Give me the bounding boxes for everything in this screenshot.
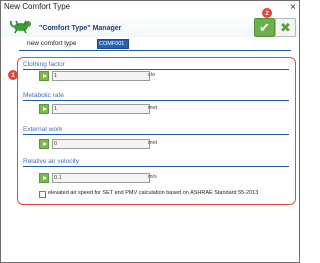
comfort-type-name-input[interactable]: COMF001 [97, 39, 129, 49]
cancel-button[interactable]: ✖ [275, 18, 296, 37]
gecko-icon [9, 20, 31, 34]
elevated-air-speed-label: elevated air speed for SET and PMV calcu… [48, 190, 259, 196]
clothing-factor-play-button[interactable] [39, 71, 49, 81]
comfort-type-label: new comfort type [27, 40, 77, 47]
metabolic-rate-input[interactable]: 1 [52, 104, 150, 114]
metabolic-rate-unit: met [148, 105, 158, 111]
annotation-badge-1: 1 [8, 70, 18, 80]
relative-air-velocity-play-button[interactable] [39, 173, 49, 183]
check-icon: ✔ [259, 20, 270, 35]
title-bar: New Comfort Type × [1, 1, 299, 16]
divider-line [19, 50, 291, 51]
elevated-air-speed-checkbox[interactable] [39, 191, 46, 198]
metabolic-rate-play-button[interactable] [39, 104, 49, 114]
section-divider [23, 100, 289, 101]
close-x-icon: ✖ [280, 20, 291, 35]
external-work-play-button[interactable] [39, 139, 49, 149]
metabolic-rate-title: Metabolic rate [23, 92, 64, 99]
external-work-title: External work [23, 126, 63, 133]
window-title: New Comfort Type [4, 2, 71, 11]
clothing-factor-unit: clo [148, 72, 156, 78]
relative-air-velocity-input[interactable]: 0.1 [52, 173, 150, 183]
section-divider [23, 134, 289, 135]
external-work-input[interactable]: 0 [52, 139, 150, 149]
annotation-badge-2: 2 [262, 8, 272, 18]
section-divider [23, 166, 289, 167]
new-comfort-type-window: New Comfort Type × "Comfort Type" Manage… [0, 0, 300, 263]
ok-button[interactable]: ✔ [254, 18, 275, 37]
external-work-unit: met [148, 140, 158, 146]
relative-air-velocity-title: Relative air velocity [23, 158, 79, 165]
window-close-icon[interactable]: × [290, 1, 296, 14]
clothing-factor-input[interactable]: 1 [52, 71, 150, 81]
relative-air-velocity-unit: m/s [148, 174, 157, 180]
section-divider [23, 69, 289, 70]
clothing-factor-title: Clothing factor [23, 61, 65, 68]
manager-title: "Comfort Type" Manager [39, 25, 122, 32]
